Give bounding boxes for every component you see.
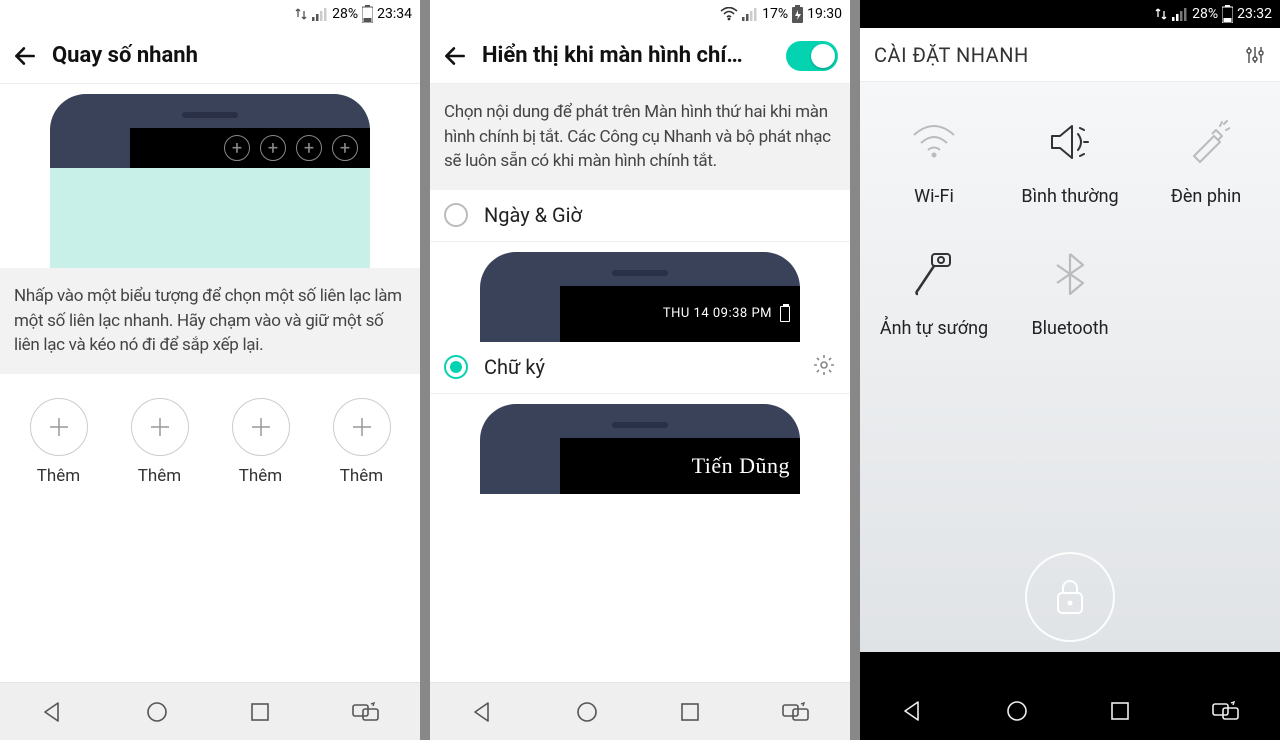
gap-bar: [860, 652, 1280, 682]
phone-secondscreen: 17% 19:30 Hiển thị khi màn hình chí… Chọ…: [430, 0, 850, 740]
add-grid: Thêm Thêm Thêm Thêm: [0, 398, 420, 486]
page-title: Quay số nhanh: [52, 43, 408, 68]
status-bar: 17% 19:30: [430, 0, 850, 28]
phone-quicksettings: 28% 23:32 CÀI ĐẶT NHANH Wi-Fi Bình thườn…: [860, 0, 1280, 740]
tile-label: Bình thường: [1021, 186, 1118, 208]
battery-pct: 28%: [332, 6, 358, 22]
add-slot-4[interactable]: Thêm: [333, 398, 391, 486]
add-slot-1[interactable]: Thêm: [30, 398, 88, 486]
nav-bar: [0, 682, 420, 740]
tile-flashlight[interactable]: Đèn phin: [1138, 112, 1274, 208]
plus-icon: [30, 398, 88, 456]
signal-icon: [1172, 7, 1188, 21]
battery-icon: [780, 306, 790, 322]
nav-bar: [860, 682, 1280, 740]
nav-bar: [430, 682, 850, 740]
mock-clock-text: THU 14 09:38 PM: [663, 306, 772, 321]
option-signature[interactable]: Chữ ký: [430, 342, 850, 394]
nav-home[interactable]: [574, 699, 600, 725]
header: Quay số nhanh: [0, 28, 420, 84]
signature-illustration: Tiến Dũng: [430, 404, 850, 494]
status-bar: 28% 23:34: [0, 0, 420, 28]
speaker-icon: [1046, 112, 1094, 172]
header: Hiển thị khi màn hình chí…: [430, 28, 850, 84]
phone-speeddial: 28% 23:34 Quay số nhanh + + + + Nhấp vào…: [0, 0, 420, 740]
tile-wifi[interactable]: Wi-Fi: [866, 112, 1002, 208]
page-title: Hiển thị khi màn hình chí…: [482, 43, 772, 68]
signal-icon: [742, 7, 758, 21]
plus-slot-icon: +: [332, 135, 358, 161]
plus-slot-icon: +: [224, 135, 250, 161]
quick-settings-panel: Wi-Fi Bình thường Đèn phin Ảnh tự sướng: [860, 82, 1280, 652]
add-label: Thêm: [239, 466, 282, 486]
add-label: Thêm: [340, 466, 383, 486]
selfie-stick-icon: [910, 244, 958, 304]
mock-signature-text: Tiến Dũng: [692, 453, 790, 479]
nav-back[interactable]: [469, 699, 495, 725]
help-text: Nhấp vào một biểu tượng để chọn một số l…: [0, 268, 420, 374]
signal-icon: [312, 7, 328, 21]
add-slot-2[interactable]: Thêm: [131, 398, 189, 486]
plus-icon: [232, 398, 290, 456]
clock: 19:30: [807, 6, 842, 22]
tile-sound[interactable]: Bình thường: [1002, 112, 1138, 208]
nav-recent[interactable]: [678, 700, 702, 724]
add-label: Thêm: [37, 466, 80, 486]
nav-home[interactable]: [144, 699, 170, 725]
nav-dual[interactable]: [1211, 700, 1241, 722]
gear-icon[interactable]: [812, 353, 836, 382]
clock: 23:32: [1237, 6, 1272, 22]
flashlight-icon: [1182, 112, 1230, 172]
radio-off-icon: [444, 203, 468, 227]
battery-pct: 28%: [1192, 6, 1218, 22]
data-icon: [1154, 7, 1168, 21]
option-datetime[interactable]: Ngày & Giờ: [430, 190, 850, 242]
nav-recent[interactable]: [248, 700, 272, 724]
tile-label: Bluetooth: [1031, 318, 1108, 340]
add-slot-3[interactable]: Thêm: [232, 398, 290, 486]
back-button[interactable]: [12, 43, 38, 69]
add-label: Thêm: [138, 466, 181, 486]
battery-pct: 17%: [762, 6, 788, 22]
tile-bluetooth[interactable]: Bluetooth: [1002, 244, 1138, 340]
datetime-illustration: THU 14 09:38 PM: [430, 252, 850, 342]
wifi-icon: [720, 7, 738, 21]
plus-slot-icon: +: [260, 135, 286, 161]
radio-on-icon: [444, 355, 468, 379]
sliders-icon[interactable]: [1244, 44, 1266, 66]
tile-label: Wi-Fi: [914, 186, 954, 208]
nav-recent[interactable]: [1108, 699, 1132, 723]
battery-icon: [1222, 5, 1233, 23]
nav-back[interactable]: [899, 698, 925, 724]
plus-slot-icon: +: [296, 135, 322, 161]
wifi-icon: [910, 112, 958, 172]
plus-icon: [131, 398, 189, 456]
nav-dual[interactable]: [351, 701, 381, 723]
help-text: Chọn nội dung để phát trên Màn hình thứ …: [430, 84, 850, 190]
page-title: CÀI ĐẶT NHANH: [874, 43, 1029, 67]
nav-home[interactable]: [1004, 698, 1030, 724]
data-icon: [294, 7, 308, 21]
feature-toggle[interactable]: [786, 41, 838, 71]
option-label: Ngày & Giờ: [484, 203, 582, 227]
back-button[interactable]: [442, 43, 468, 69]
phone-illustration: + + + +: [0, 94, 420, 268]
nav-dual[interactable]: [781, 701, 811, 723]
plus-icon: [333, 398, 391, 456]
lock-button[interactable]: [1025, 552, 1115, 642]
clock: 23:34: [377, 6, 412, 22]
bluetooth-icon: [1055, 244, 1085, 304]
nav-back[interactable]: [39, 699, 65, 725]
status-bar: 28% 23:32: [860, 0, 1280, 28]
battery-icon: [362, 5, 373, 23]
header: CÀI ĐẶT NHANH: [860, 28, 1280, 82]
tile-label: Đèn phin: [1171, 186, 1241, 208]
battery-charge-icon: [792, 5, 803, 23]
tile-selfie[interactable]: Ảnh tự sướng: [866, 244, 1002, 340]
tile-label: Ảnh tự sướng: [880, 318, 988, 340]
option-label: Chữ ký: [484, 355, 545, 379]
